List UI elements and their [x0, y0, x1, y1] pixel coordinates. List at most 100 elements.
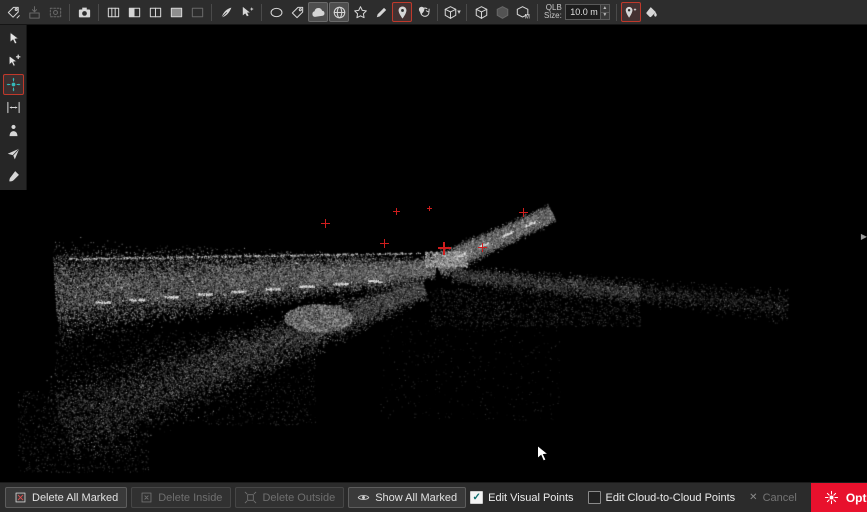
marked-points-buttons: Delete All MarkedDelete InsideDelete Out… — [5, 487, 466, 508]
cursor-tool-button[interactable] — [3, 28, 24, 49]
marker-bar — [384, 239, 385, 248]
control-point-marker[interactable] — [519, 208, 528, 217]
cursor-star-button[interactable] — [237, 2, 257, 22]
camera-button[interactable] — [74, 2, 94, 22]
tag-label-button[interactable] — [287, 2, 307, 22]
cursor-plus-tool-button[interactable] — [3, 51, 24, 72]
location-pin-icon — [395, 5, 410, 20]
cube-wire-button[interactable] — [471, 2, 491, 22]
toolbar-separator — [437, 4, 438, 21]
control-point-marker[interactable] — [478, 243, 487, 252]
view-secondary-icon — [169, 5, 184, 20]
toolbar-group-5: ▾ — [442, 2, 462, 22]
cloud-button[interactable] — [308, 2, 328, 22]
edit-visual-points-checkbox[interactable]: ✓Edit Visual Points — [470, 491, 573, 504]
fly-icon — [6, 146, 21, 161]
marker-bar — [482, 243, 483, 252]
control-point-marker[interactable] — [380, 239, 389, 248]
cube-solid-icon — [495, 5, 510, 20]
edit-points-checkboxes: ✓Edit Visual Points✓Edit Cloud-to-Cloud … — [470, 491, 735, 504]
control-point-marker[interactable] — [393, 208, 400, 215]
top-toolbar: ▾ M QLB Size: ▲ ▼ — [0, 0, 867, 25]
cube-dropdown-button[interactable]: ▾ — [442, 2, 462, 22]
mouse-cursor — [536, 444, 549, 463]
measure-icon — [6, 100, 21, 115]
button-label: Delete All Marked — [32, 492, 118, 504]
qlb-label-line2: Size: — [544, 12, 562, 21]
person-tool-button[interactable] — [3, 120, 24, 141]
snapshot-button — [45, 2, 65, 22]
view-split-button[interactable] — [145, 2, 165, 22]
checkbox-box[interactable]: ✓ — [470, 491, 483, 504]
delete-marked-icon — [14, 491, 27, 504]
cancel-label: Cancel — [763, 492, 797, 504]
delete-all-marked-button[interactable]: Delete All Marked — [5, 487, 127, 508]
ellipse-select-icon — [269, 5, 284, 20]
pen-button[interactable] — [216, 2, 236, 22]
button-label: Show All Marked — [375, 492, 457, 504]
edit-cloud-to-cloud-checkbox[interactable]: ✓ Edit Cloud-to-Cloud Points — [588, 491, 736, 504]
qlb-size-spinner: ▲ ▼ — [600, 5, 609, 19]
cube-dropdown-icon — [443, 5, 458, 20]
star-select-button[interactable] — [350, 2, 370, 22]
toolbar-group-1 — [74, 2, 94, 22]
control-point-marker[interactable] — [427, 206, 432, 211]
cancel-button: ✕ Cancel — [749, 492, 797, 504]
view-secondary-button[interactable] — [166, 2, 186, 22]
pencil-button[interactable] — [371, 2, 391, 22]
cancel-x-icon: ✕ — [749, 492, 757, 503]
delete-inside-icon — [140, 491, 153, 504]
camera-icon — [77, 5, 92, 20]
cloud-icon — [311, 5, 326, 20]
left-toolbar — [0, 25, 27, 190]
delete-inside-button: Delete Inside — [131, 487, 231, 508]
view-primary-button[interactable] — [124, 2, 144, 22]
pin-star-icon — [623, 5, 638, 20]
toolbar-group-3 — [216, 2, 257, 22]
brush-icon — [6, 169, 21, 184]
globe-icon — [332, 5, 347, 20]
pencil-icon — [374, 5, 389, 20]
cube-m-button[interactable]: M — [513, 2, 533, 22]
optimize-bundle-button[interactable]: Optimize Bundle — [811, 483, 867, 512]
globe-button[interactable] — [329, 2, 349, 22]
control-point-marker[interactable] — [321, 219, 330, 228]
svg-text:M: M — [524, 13, 529, 19]
location-pin-button[interactable] — [392, 2, 412, 22]
pin-rotate-icon — [416, 5, 431, 20]
control-point-marker[interactable] — [438, 242, 451, 255]
import-box-icon — [27, 5, 42, 20]
qlb-size-label: QLB Size: — [544, 4, 562, 21]
measure-tool-button[interactable] — [3, 97, 24, 118]
pin-rotate-button[interactable] — [413, 2, 433, 22]
brush-tool-button[interactable] — [3, 166, 24, 187]
tag-label-icon — [290, 5, 305, 20]
qlb-size-input[interactable] — [566, 5, 600, 19]
toolbar-separator — [616, 4, 617, 21]
view-extra-icon — [190, 5, 205, 20]
snapshot-icon — [48, 5, 63, 20]
pen-icon — [219, 5, 234, 20]
ellipse-select-button[interactable] — [266, 2, 286, 22]
panel-expand-arrow[interactable]: ▶ — [861, 233, 867, 241]
marker-bar — [523, 208, 524, 217]
qlb-size-decrease-button[interactable]: ▼ — [601, 13, 609, 20]
cube-wire-icon — [474, 5, 489, 20]
move-point-icon — [6, 77, 21, 92]
pin-star-button[interactable] — [621, 2, 641, 22]
cursor-star-icon — [240, 5, 255, 20]
tag-edit-button[interactable] — [3, 2, 23, 22]
cursor-icon — [6, 31, 21, 46]
cube-solid-button — [492, 2, 512, 22]
viewport-3d[interactable]: ▶ — [0, 25, 867, 482]
paint-bucket-button[interactable] — [642, 2, 662, 22]
show-all-marked-button[interactable]: Show All Marked — [348, 487, 466, 508]
toolbar-separator — [211, 4, 212, 21]
move-point-tool-button[interactable] — [3, 74, 24, 95]
checkbox-label: Edit Cloud-to-Cloud Points — [606, 492, 736, 504]
import-box-button — [24, 2, 44, 22]
checkbox-box[interactable]: ✓ — [588, 491, 601, 504]
fly-tool-button[interactable] — [3, 143, 24, 164]
view-columns-button[interactable] — [103, 2, 123, 22]
toolbar-right-group — [621, 2, 662, 22]
